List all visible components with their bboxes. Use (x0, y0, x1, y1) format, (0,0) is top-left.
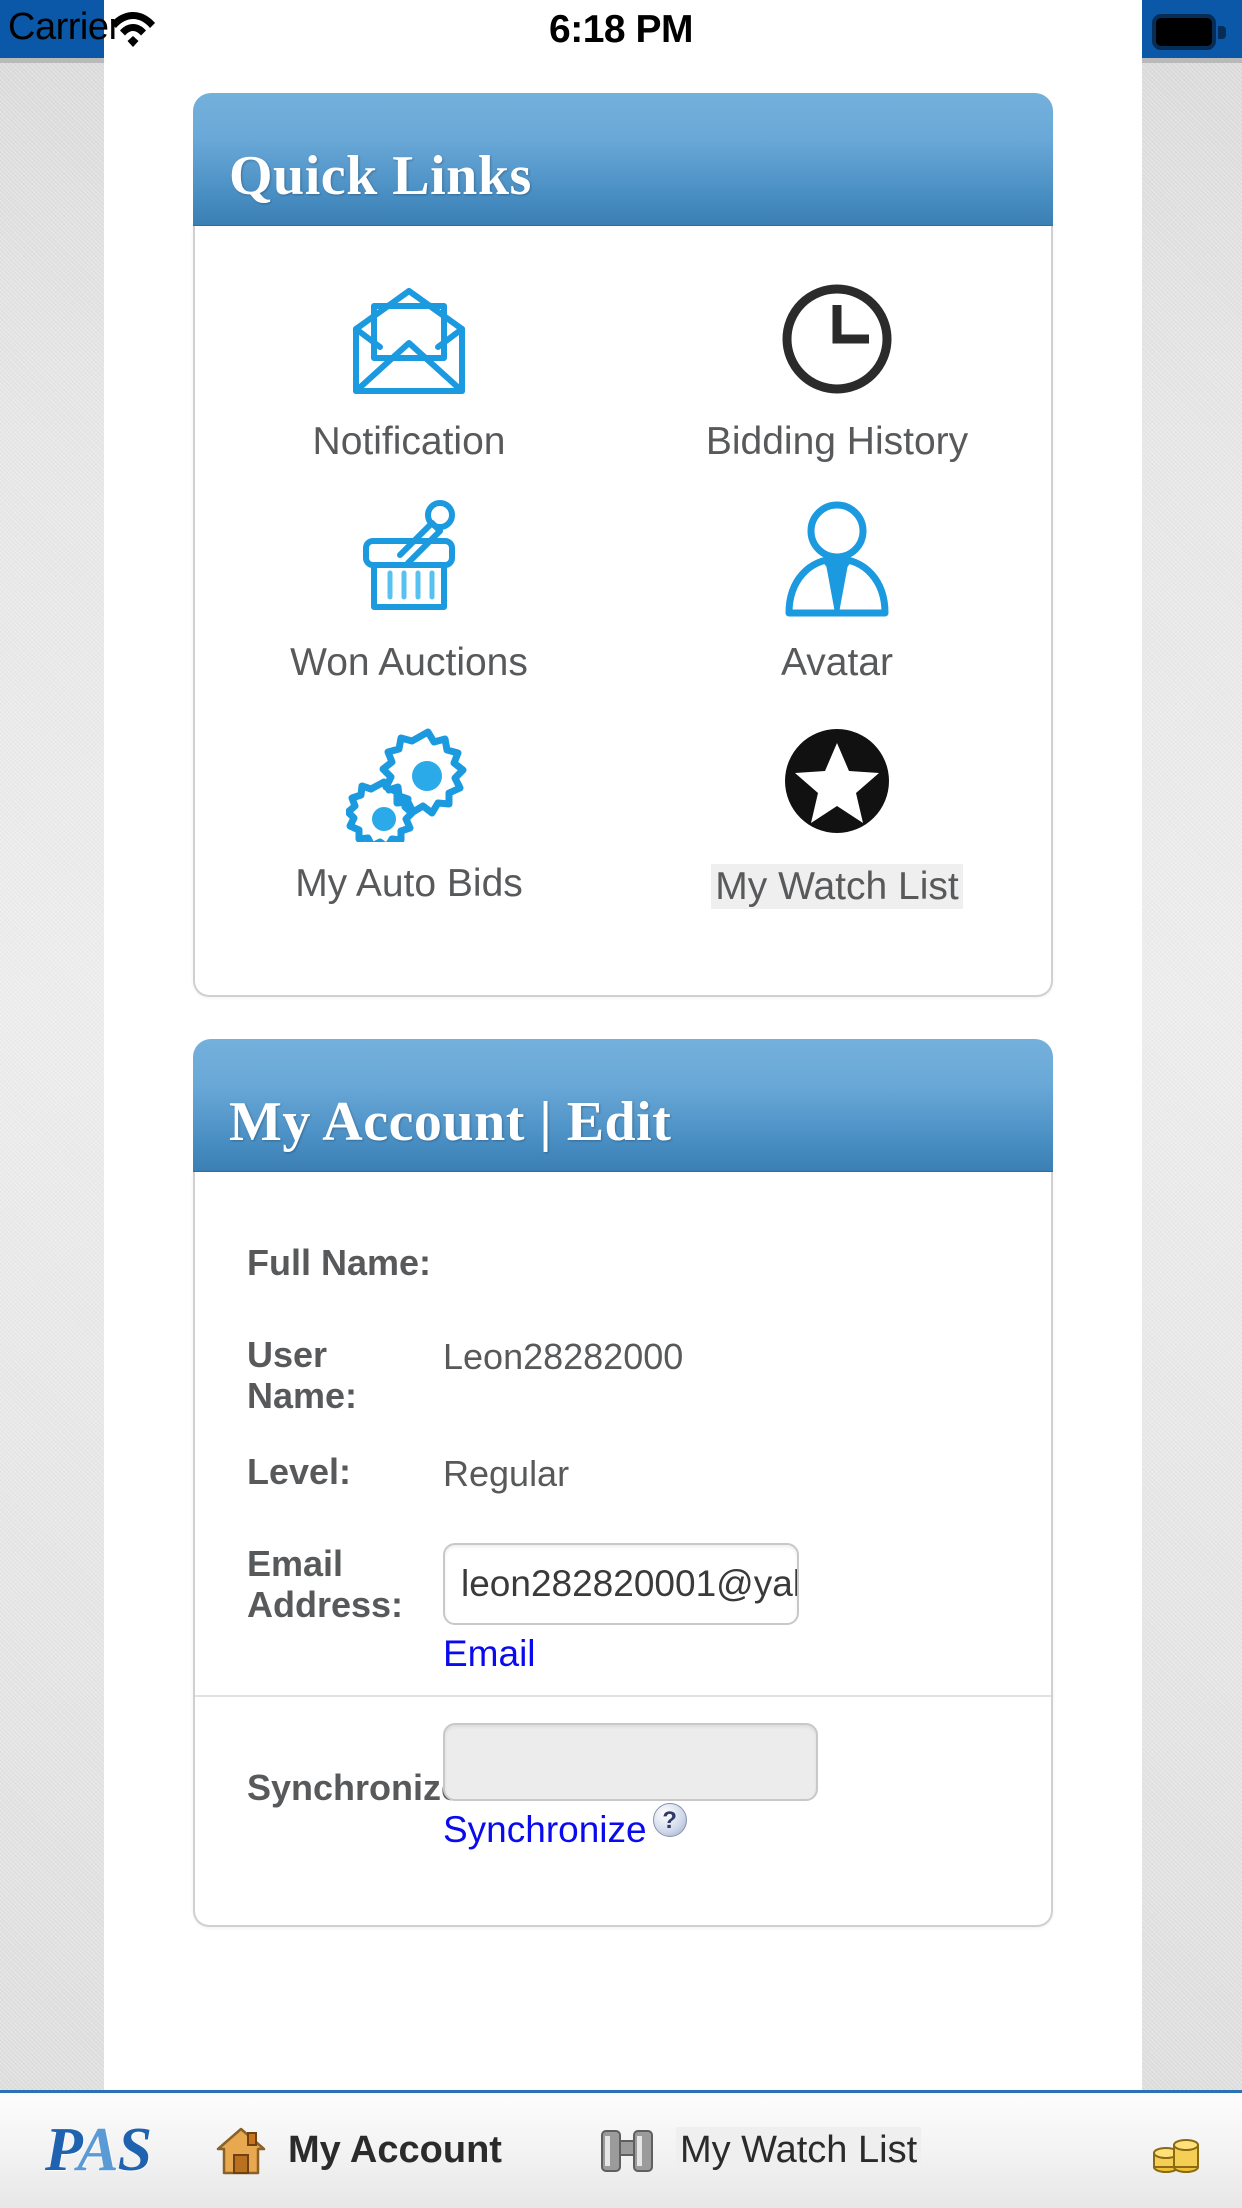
quick-link-label: My Watch List (711, 864, 963, 909)
quick-links-grid: Notification Bidding History Won Auction… (195, 226, 1051, 995)
my-account-panel: My Account | Edit Full Name: User Name: … (193, 1039, 1053, 1927)
quick-link-label: Avatar (780, 641, 893, 684)
email-address-label: Email Address: (247, 1543, 443, 1626)
email-link[interactable]: Email (443, 1633, 536, 1675)
my-account-title: My Account | Edit (229, 1091, 672, 1153)
form-row-synchronize: Synchronize: Synchronize ? (195, 1722, 1051, 1851)
form-divider (195, 1694, 1051, 1697)
gears-icon (346, 720, 472, 842)
level-value: Regular (443, 1452, 570, 1494)
quick-link-label: My Auto Bids (295, 862, 523, 905)
email-input-value: leon282820001@yahoo.c (461, 1562, 797, 1604)
email-address-label-line2: Address: (247, 1584, 404, 1626)
pas-logo-a: A (77, 2116, 118, 2184)
coins-icon (1148, 2123, 1204, 2179)
account-form: Full Name: User Name: Leon28282000 Level… (195, 1172, 1051, 1925)
my-account-body: Full Name: User Name: Leon28282000 Level… (193, 1172, 1053, 1927)
tab-coins[interactable] (1148, 2093, 1224, 2208)
tab-my-account-label: My Account (288, 2129, 502, 2171)
form-row-user-name: User Name: Leon28282000 (195, 1334, 1051, 1417)
quick-link-avatar[interactable]: Avatar (623, 499, 1051, 720)
quick-link-won-auctions[interactable]: Won Auctions (195, 499, 623, 720)
open-envelope-icon (350, 278, 468, 400)
clock-icon (779, 278, 895, 400)
battery-full-icon (1152, 14, 1226, 50)
status-bar-clock: 6:18 PM (549, 8, 693, 51)
bottom-tab-bar: PAS My Account My Watch List (0, 2090, 1242, 2208)
synchronize-input[interactable] (443, 1722, 818, 1801)
quick-links-body: Notification Bidding History Won Auction… (193, 226, 1053, 997)
form-row-email-address: Email Address: leon282820001@yahoo.c Ema… (195, 1542, 1051, 1675)
tab-my-account[interactable]: My Account (214, 2093, 502, 2208)
quick-link-notification[interactable]: Notification (195, 278, 623, 499)
basket-gavel-icon (348, 499, 470, 621)
synchronize-label: Synchronize: (247, 1766, 474, 1808)
tab-logo-pas[interactable]: PAS (0, 2093, 196, 2208)
tab-my-watch-list[interactable]: My Watch List (598, 2093, 922, 2208)
quick-link-my-watch-list[interactable]: My Watch List (623, 720, 1051, 947)
form-row-level: Level: Regular (195, 1451, 1051, 1509)
pas-logo: PAS (44, 2115, 152, 2186)
quick-link-label: Bidding History (705, 420, 969, 463)
full-name-label: Full Name: (247, 1242, 432, 1283)
quick-link-bidding-history[interactable]: Bidding History (623, 278, 1051, 499)
quick-link-label: Notification (312, 420, 506, 463)
scroll-content[interactable]: Quick Links Notification Bidding History… (104, 68, 1142, 2208)
email-field-wrap: leon282820001@yahoo.c Email (443, 1542, 1051, 1675)
form-row-full-name: Full Name: (195, 1242, 1051, 1300)
person-avatar-icon (781, 499, 893, 621)
star-circle-icon (781, 720, 893, 842)
email-address-label-line1: Email (247, 1542, 344, 1584)
binoculars-icon (598, 2127, 656, 2175)
home-icon (214, 2125, 268, 2177)
user-name-label: User Name: (247, 1334, 358, 1417)
pas-logo-p: P (44, 2116, 78, 2184)
email-input[interactable]: leon282820001@yahoo.c (443, 1542, 799, 1625)
pas-logo-s: S (117, 2116, 152, 2184)
quick-links-panel: Quick Links Notification Bidding History… (193, 93, 1053, 997)
synchronize-link-wrap[interactable]: Synchronize ? (443, 1802, 687, 1851)
my-account-header: My Account | Edit (193, 1039, 1053, 1172)
level-label: Level: (247, 1450, 352, 1492)
question-mark-icon[interactable]: ? (652, 1802, 687, 1837)
synchronize-link[interactable]: Synchronize (443, 1809, 647, 1851)
synchronize-field-wrap: Synchronize ? (443, 1722, 1051, 1851)
status-bar: Carrier 6:18 PM (0, 0, 1242, 68)
quick-links-title: Quick Links (229, 145, 532, 207)
quick-link-label: Won Auctions (290, 641, 528, 684)
tab-my-watch-list-label: My Watch List (675, 2127, 922, 2174)
quick-links-header: Quick Links (193, 93, 1053, 226)
user-name-value: Leon28282000 (443, 1336, 684, 1377)
quick-link-my-auto-bids[interactable]: My Auto Bids (195, 720, 623, 947)
